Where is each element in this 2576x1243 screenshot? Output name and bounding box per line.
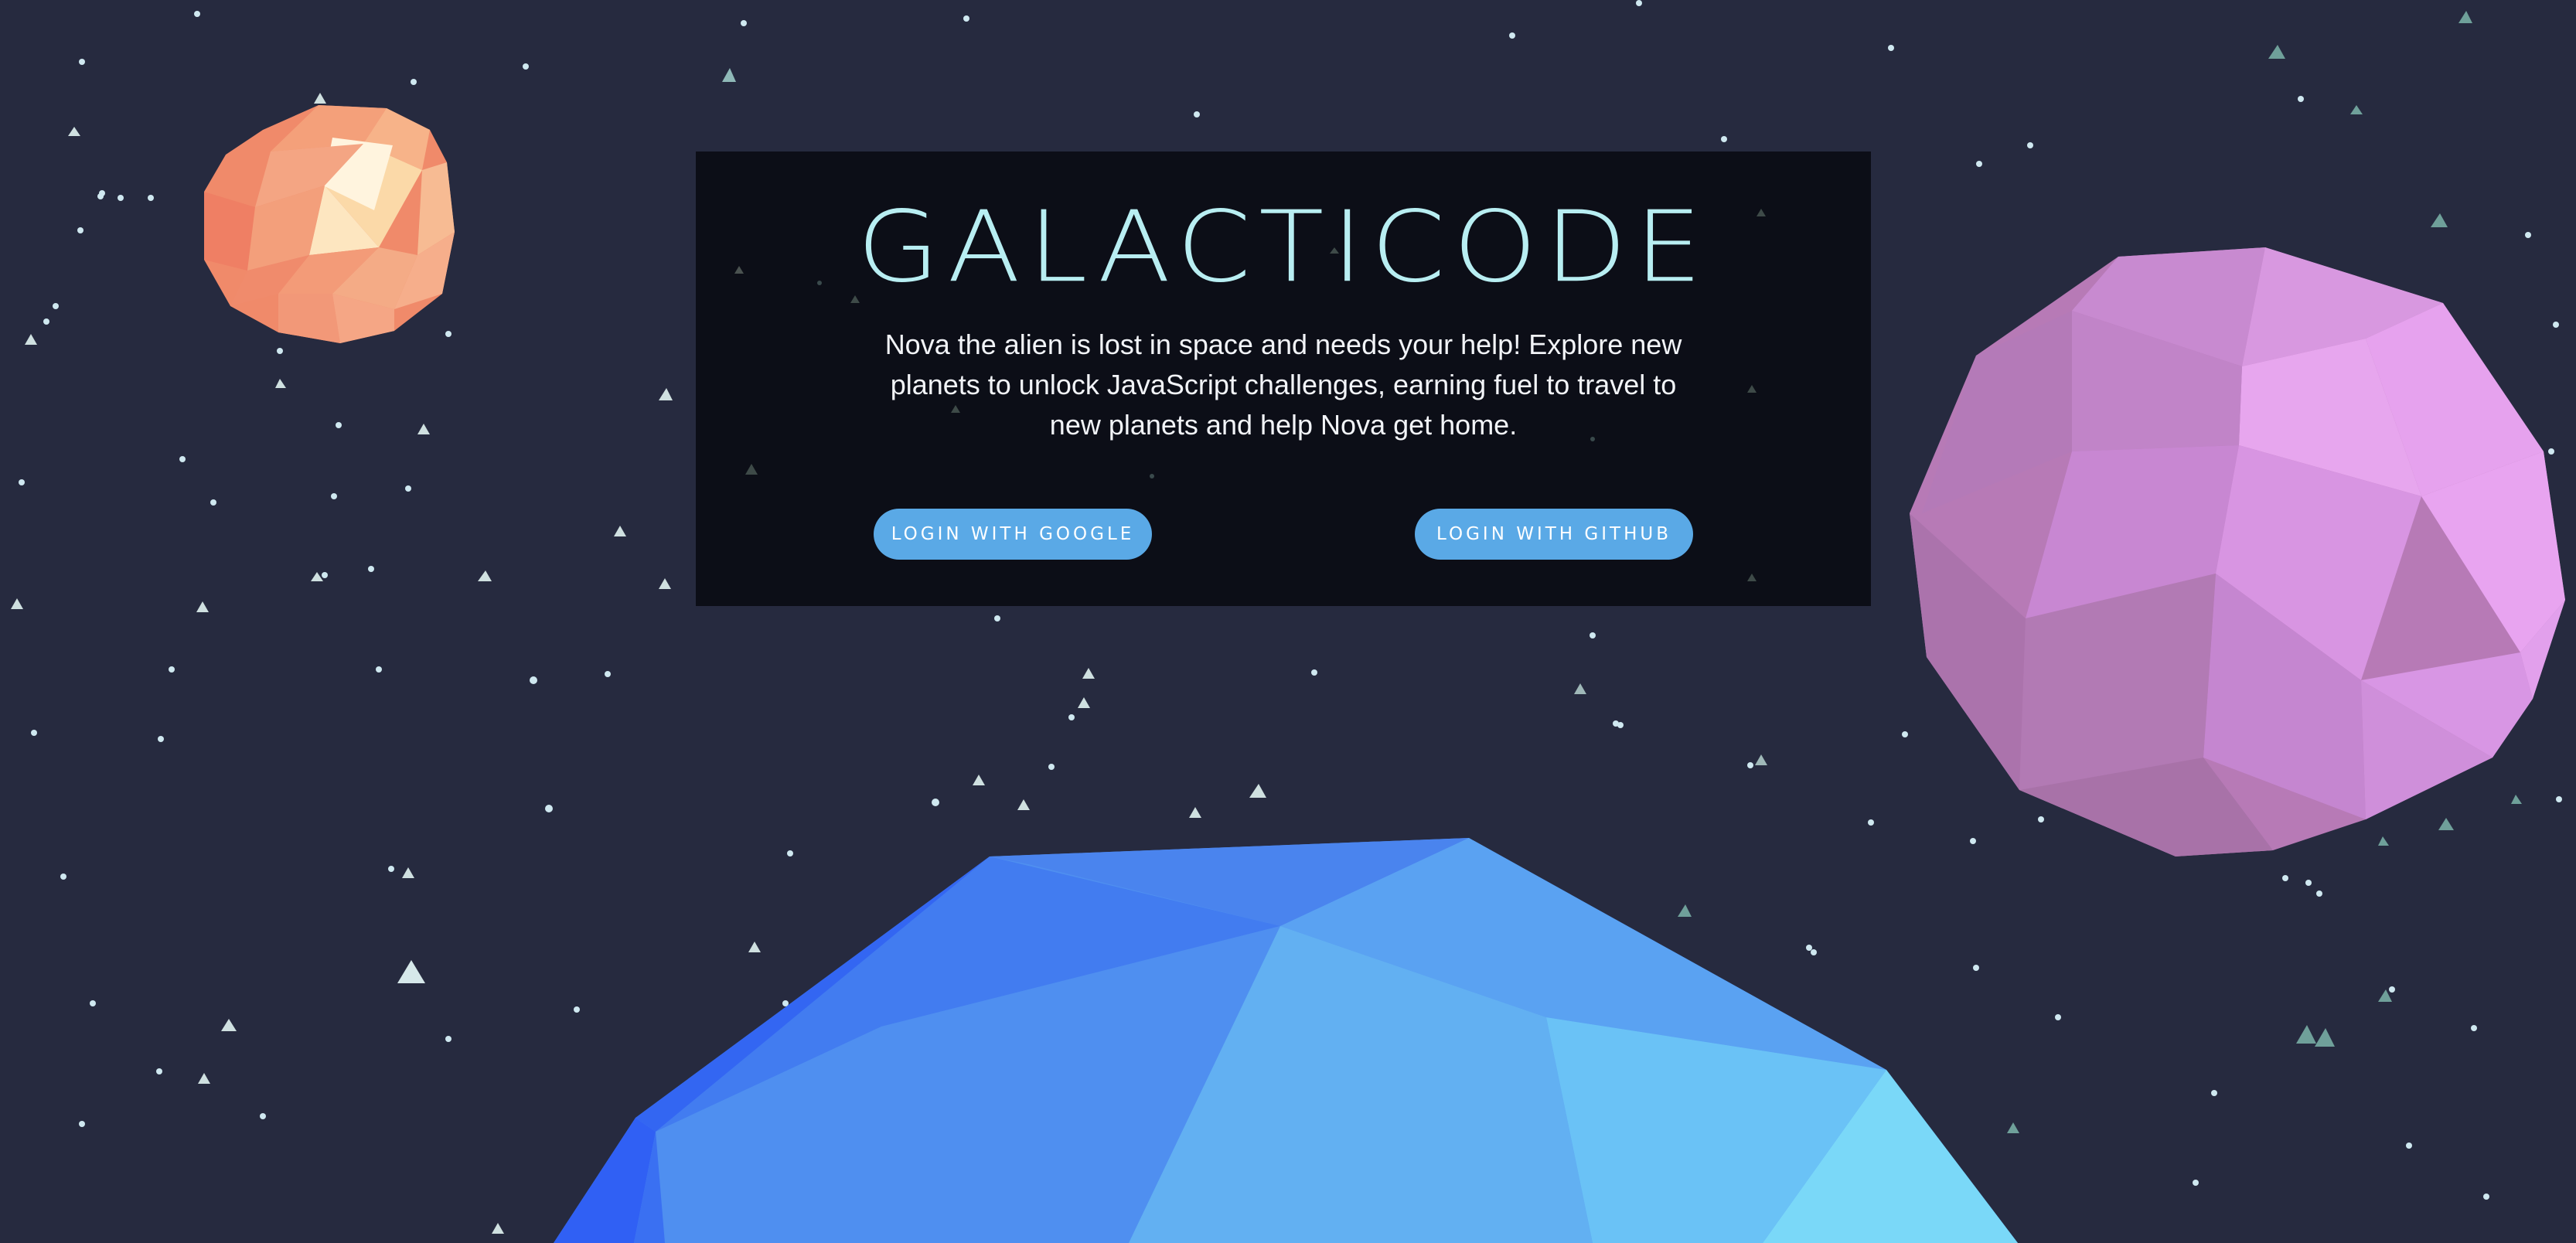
- intro-panel: GALACTICODE Nova the alien is lost in sp…: [696, 152, 1871, 606]
- login-github-button[interactable]: LOGIN WITH GITHUB: [1415, 509, 1693, 560]
- orange-planet: [204, 105, 455, 343]
- blue-planet: [554, 838, 2018, 1243]
- app-description: Nova the alien is lost in space and need…: [884, 329, 1682, 441]
- pink-planet: [1910, 247, 2565, 856]
- login-google-button[interactable]: LOGIN WITH GOOGLE: [874, 509, 1152, 560]
- app-title: GALACTICODE: [857, 189, 1710, 305]
- space-scene: GALACTICODE Nova the alien is lost in sp…: [0, 0, 2576, 1243]
